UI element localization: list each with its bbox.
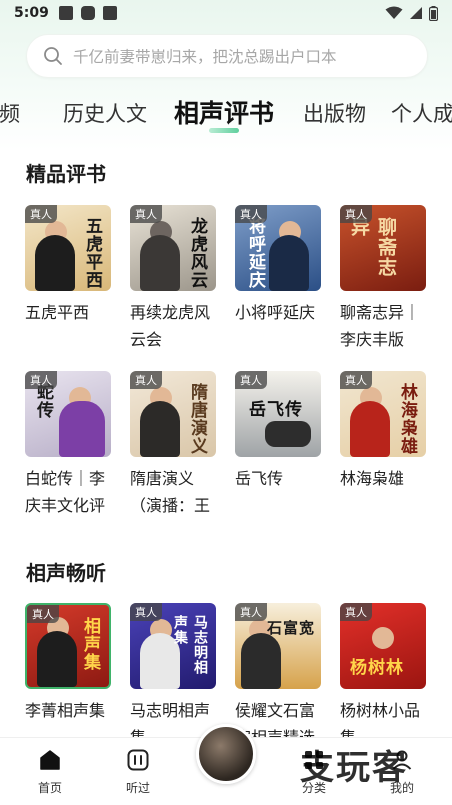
tab-crosstalk[interactable]: 相声评书: [174, 94, 274, 130]
cover-title: 马志明相声集: [172, 615, 208, 675]
book-title: 聊斋志异｜李庆丰版: [340, 303, 421, 349]
section-title-storytelling: 精品评书: [26, 162, 106, 186]
book-cover: 杨树林 真人: [340, 603, 426, 689]
signal-icon: [410, 7, 422, 19]
search-icon: [44, 47, 62, 65]
tab-publications[interactable]: 出版物: [303, 98, 366, 128]
nav-home[interactable]: 首页: [20, 748, 80, 796]
book-cover: 隋唐演义 真人: [130, 371, 216, 457]
real-voice-badge: 真人: [340, 371, 372, 389]
cover-title: 龙虎风云: [187, 217, 207, 289]
cover-title: 五虎平西: [82, 217, 102, 289]
book-cover: 五虎平西 真人: [25, 205, 111, 291]
book-title: 五虎平西: [25, 303, 90, 322]
home-icon: [40, 750, 60, 770]
book-cover: 将呼延庆 真人: [235, 205, 321, 291]
real-voice-badge: 真人: [25, 205, 57, 223]
book-card[interactable]: 五虎平西 真人 五虎平西: [25, 205, 111, 353]
status-time: 5:09: [14, 5, 49, 21]
book-cover: 龙虎风云 真人: [130, 205, 216, 291]
notification-icon: [58, 6, 73, 20]
book-card[interactable]: 隋唐演义 真人 隋唐演义（演播：王: [130, 371, 216, 519]
search-input[interactable]: 千亿前妻带崽归来，把沈总踢出户口本: [73, 45, 337, 67]
tab-indicator: [209, 128, 239, 133]
book-card[interactable]: 马志明相声集 真人 马志明相声集: [130, 603, 216, 751]
now-playing-button[interactable]: [196, 724, 256, 784]
book-title: 岳飞传: [235, 469, 284, 488]
real-voice-badge: 真人: [340, 205, 372, 223]
cover-title: 隋唐演义: [187, 383, 207, 455]
book-cover: 马志明相声集 真人: [130, 603, 216, 689]
real-voice-badge: 真人: [340, 603, 372, 621]
book-card[interactable]: 杨树林 真人 杨树林小品集: [340, 603, 426, 751]
audio-history-icon: [127, 749, 149, 771]
book-card[interactable]: 龙虎风云 真人 再续龙虎风云会: [130, 205, 216, 353]
nav-home-label: 首页: [37, 781, 62, 795]
real-voice-badge: 真人: [235, 205, 267, 223]
book-card[interactable]: 岳飞传 真人 岳飞传: [235, 371, 321, 519]
real-voice-badge: 真人: [27, 605, 59, 623]
nav-listened[interactable]: 听过: [108, 748, 168, 796]
book-card[interactable]: 相声集 真人 李菁相声集: [25, 603, 111, 751]
cover-title: 相声集: [80, 617, 100, 671]
book-cover: 岳飞传 真人: [235, 371, 321, 457]
book-title: 林海枭雄: [340, 469, 405, 488]
real-voice-badge: 真人: [25, 371, 57, 389]
real-voice-badge: 真人: [235, 371, 267, 389]
category-tabs: 视频 历史人文 相声评书 出版物 个人成长: [0, 92, 452, 138]
tab-growth[interactable]: 个人成长: [391, 98, 452, 128]
book-card[interactable]: 聊斋志异 真人 聊斋志异｜李庆丰版: [340, 205, 426, 353]
search-bar[interactable]: 千亿前妻带崽归来，把沈总踢出户口本: [26, 34, 428, 78]
real-voice-badge: 真人: [130, 371, 162, 389]
status-bar: 5:09: [0, 0, 452, 26]
shield-icon: [80, 6, 95, 20]
real-voice-badge: 真人: [130, 603, 162, 621]
book-title: 小将呼延庆: [235, 303, 316, 322]
book-cover: 聊斋志异 真人: [340, 205, 426, 291]
book-card[interactable]: 蛇传 真人 白蛇传｜李庆丰文化评: [25, 371, 111, 519]
tab-video[interactable]: 视频: [0, 98, 20, 128]
book-cover: 相声集 真人: [25, 603, 111, 689]
cover-title: 石富宽: [266, 619, 315, 637]
wifi-icon: [385, 6, 403, 19]
battery-icon: [429, 5, 438, 21]
nav-listened-label: 听过: [125, 781, 150, 795]
tab-history[interactable]: 历史人文: [63, 98, 147, 128]
book-card[interactable]: 将呼延庆 真人 小将呼延庆: [235, 205, 321, 353]
cover-title: 岳飞传: [249, 400, 303, 420]
book-title: 再续龙虎风云会: [130, 303, 211, 349]
cover-title: 林海枭雄: [397, 383, 417, 455]
real-voice-badge: 真人: [235, 603, 267, 621]
watermark: 支玩客: [300, 748, 408, 788]
book-card[interactable]: 石富宽 真人 侯耀文石富宽相声精选: [235, 603, 321, 751]
book-cover: 蛇传 真人: [25, 371, 111, 457]
book-card[interactable]: 林海枭雄 真人 林海枭雄: [340, 371, 426, 519]
book-cover: 林海枭雄 真人: [340, 371, 426, 457]
cover-title: 聊斋志异: [348, 217, 397, 277]
book-cover: 石富宽 真人: [235, 603, 321, 689]
cover-title: 将呼延庆: [245, 217, 265, 289]
book-title: 白蛇传｜李庆丰文化评: [25, 469, 106, 515]
app-icon: [102, 6, 117, 20]
real-voice-badge: 真人: [130, 205, 162, 223]
book-title: 隋唐演义（演播：王: [130, 469, 211, 515]
section-title-crosstalk: 相声畅听: [26, 561, 106, 585]
cover-title: 杨树林: [350, 658, 404, 678]
